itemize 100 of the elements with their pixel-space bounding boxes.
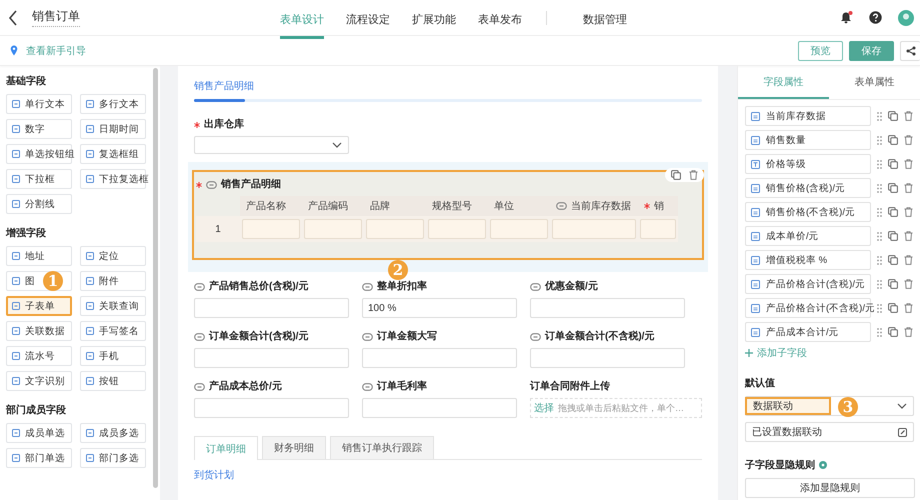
subfield-item[interactable]: 销售价格(不含税)/元 <box>745 202 871 222</box>
scrollbar-thumb[interactable] <box>153 68 158 488</box>
field-type-item[interactable]: 复选框组 <box>80 144 146 164</box>
drag-handle-icon[interactable] <box>877 280 882 288</box>
field-type-item[interactable]: 分割线 <box>6 194 72 214</box>
number-field-icon <box>751 136 760 144</box>
field-type-item[interactable]: 关联数据 <box>6 321 72 341</box>
field-type-item[interactable]: 按钮 <box>80 371 146 391</box>
copy-icon[interactable] <box>888 279 898 289</box>
subfield-item[interactable]: 销售数量 <box>745 130 871 150</box>
nav-tab[interactable]: 表单发布 <box>478 3 522 39</box>
field-type-item[interactable]: 图 1 <box>6 271 72 291</box>
copy-icon[interactable] <box>888 111 898 121</box>
subfield-item[interactable]: 增值税税率 % <box>745 250 871 270</box>
field-type-item[interactable]: 部门多选 <box>80 448 146 468</box>
copy-icon[interactable] <box>888 327 898 337</box>
field-type-item[interactable]: 日期时间 <box>80 119 146 139</box>
subfield-item[interactable]: 产品价格合计(含税)/元 <box>745 274 871 294</box>
cell-input[interactable] <box>428 219 486 239</box>
field-type-item[interactable]: 附件 <box>80 271 146 291</box>
cell-input[interactable] <box>490 219 548 239</box>
select-field[interactable]: 数据联动 3 <box>745 396 914 416</box>
add-rule-button[interactable]: 添加显隐规则 <box>745 478 915 498</box>
field-icon <box>86 277 94 285</box>
field-type-item[interactable]: 部门单选 <box>6 448 72 468</box>
nav-tab[interactable]: 流程设定 <box>346 3 390 39</box>
back-icon[interactable] <box>8 10 18 26</box>
nav-tab[interactable]: 数据管理 <box>583 3 627 39</box>
field-type-item[interactable]: 单选按钮组 <box>6 144 72 164</box>
select-field[interactable] <box>194 136 349 154</box>
input-field[interactable] <box>530 348 685 368</box>
nav-tab[interactable]: 扩展功能 <box>412 3 456 39</box>
drag-handle-icon[interactable] <box>877 304 882 312</box>
bell-icon[interactable] <box>840 11 853 24</box>
input-field[interactable] <box>362 398 517 418</box>
cell-input[interactable] <box>304 219 362 239</box>
input-field[interactable] <box>194 348 349 368</box>
cell-input[interactable] <box>366 219 424 239</box>
trash-icon[interactable] <box>904 183 913 193</box>
cell-input[interactable] <box>640 219 676 239</box>
cell-input[interactable] <box>552 219 636 239</box>
copy-icon[interactable] <box>888 207 898 217</box>
trash-icon[interactable] <box>904 327 913 337</box>
field-type-item[interactable]: 流水号 <box>6 346 72 366</box>
subfield-item[interactable]: 销售价格(含税)/元 <box>745 178 871 198</box>
section-tab[interactable]: 销售产品明细 <box>194 80 702 94</box>
field-type-item[interactable]: 成员单选 <box>6 423 72 443</box>
trash-icon[interactable] <box>904 111 913 121</box>
drag-handle-icon[interactable] <box>877 184 882 192</box>
field-type-item[interactable]: 手机 <box>80 346 146 366</box>
copy-icon[interactable] <box>888 303 898 313</box>
field-type-item[interactable]: 数字 <box>6 119 72 139</box>
drag-handle-icon[interactable] <box>877 160 882 168</box>
field-type-item[interactable]: 下拉复选框 <box>80 169 146 189</box>
drag-handle-icon[interactable] <box>877 256 882 264</box>
field-type-item[interactable]: 单行文本 <box>6 94 72 114</box>
subfield-item[interactable]: 价格等级 <box>745 154 871 174</box>
tab[interactable]: 财务明细 <box>262 436 326 459</box>
panel-tab[interactable]: 表单属性 <box>829 66 920 99</box>
copy-icon[interactable] <box>888 231 898 241</box>
field-type-item[interactable]: 多行文本 <box>80 94 146 114</box>
field-type-item[interactable]: 文字识别 <box>6 371 72 391</box>
edit-icon[interactable] <box>898 428 907 436</box>
input-field[interactable] <box>530 298 685 318</box>
drag-handle-icon[interactable] <box>877 136 882 144</box>
drag-handle-icon[interactable] <box>877 328 882 336</box>
trash-icon[interactable] <box>904 207 913 217</box>
trash-icon[interactable] <box>904 255 913 265</box>
trash-icon[interactable] <box>904 135 913 145</box>
field-type-item[interactable]: 关联查询 <box>80 296 146 316</box>
field-type-item[interactable]: 成员多选 <box>80 423 146 443</box>
copy-icon[interactable] <box>888 135 898 145</box>
field-type-item[interactable]: 定位 <box>80 246 146 266</box>
trash-icon[interactable] <box>904 159 913 169</box>
field-type-item[interactable]: 地址 <box>6 246 72 266</box>
trash-icon[interactable] <box>904 279 913 289</box>
field-type-item[interactable]: 下拉框 <box>6 169 72 189</box>
tab[interactable]: 销售订单执行跟踪 <box>330 436 434 459</box>
trash-icon[interactable] <box>904 303 913 313</box>
avatar-icon[interactable] <box>898 10 914 26</box>
field-type-item[interactable]: 子表单 <box>6 296 72 316</box>
input-field[interactable] <box>194 398 349 418</box>
input-field[interactable] <box>194 298 349 318</box>
copy-icon[interactable] <box>888 183 898 193</box>
copy-icon[interactable] <box>888 159 898 169</box>
input-field[interactable] <box>362 348 517 368</box>
field-type-item[interactable]: 手写签名 <box>80 321 146 341</box>
subfield-item[interactable]: 当前库存数据 <box>745 106 871 126</box>
subfield-item[interactable]: 成本单价/元 <box>745 226 871 246</box>
drag-handle-icon[interactable] <box>877 208 882 216</box>
drag-handle-icon[interactable] <box>877 232 882 240</box>
share-button[interactable] <box>900 40 920 60</box>
cell-input[interactable] <box>242 219 300 239</box>
copy-icon[interactable] <box>888 255 898 265</box>
trash-icon[interactable] <box>904 231 913 241</box>
pin-icon <box>10 45 18 56</box>
help-icon[interactable] <box>869 11 882 24</box>
subfield-item[interactable]: 产品成本合计/元 <box>745 322 871 342</box>
input-field[interactable]: 100 % <box>362 298 517 318</box>
drag-handle-icon[interactable] <box>877 112 882 120</box>
